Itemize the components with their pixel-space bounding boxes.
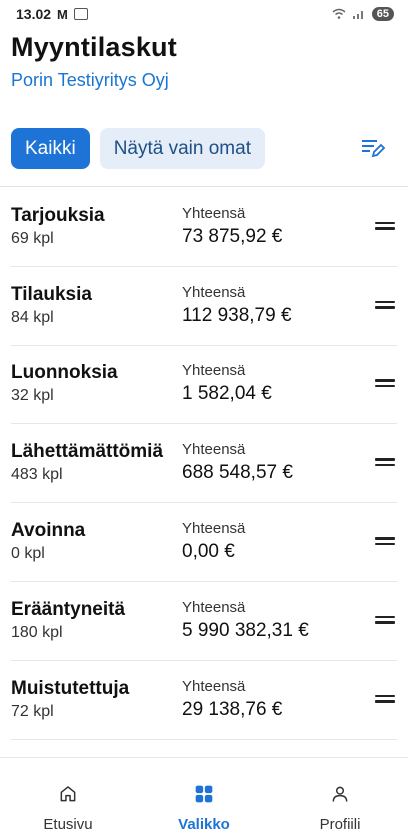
total-amount: 688 548,57 €	[182, 462, 293, 484]
total-amount: 73 875,92 €	[182, 225, 283, 247]
nav-profile-label: Profiili	[319, 816, 361, 833]
category-count: 84 kpl	[11, 308, 54, 326]
company-name[interactable]: Porin Testiyritys Oyj	[11, 70, 169, 91]
category-name: Luonnoksia	[11, 362, 118, 384]
drag-handle-icon[interactable]	[375, 458, 395, 468]
category-count: 483 kpl	[11, 466, 63, 484]
screenshot-icon	[73, 8, 88, 20]
total-label: Yhteensä	[182, 362, 246, 380]
list-item[interactable]: Tarjouksia 69 kpl Yhteensä 73 875,92 €	[11, 188, 397, 267]
filter-all-button[interactable]: Kaikki	[11, 128, 90, 169]
status-bar: 13.02 M 65	[0, 0, 408, 28]
category-count: 180 kpl	[11, 623, 63, 641]
bottom-navigation: Etusivu Valikko Profiili	[0, 757, 408, 833]
total-amount: 1 582,04 €	[182, 383, 272, 405]
category-name: Tarjouksia	[11, 204, 105, 226]
battery-badge: 65	[371, 7, 394, 21]
category-name: Avoinna	[11, 520, 86, 542]
nav-menu[interactable]: Valikko	[136, 758, 272, 833]
list-item[interactable]: Muistutettuja 72 kpl Yhteensä 29 138,76 €	[11, 661, 397, 740]
drag-handle-icon[interactable]	[375, 221, 395, 232]
list-item[interactable]: Luonnoksia 32 kpl Yhteensä 1 582,04 €	[11, 346, 397, 425]
drag-handle-icon[interactable]	[375, 300, 395, 311]
edit-list-icon[interactable]	[360, 136, 386, 160]
total-amount: 29 138,76 €	[182, 698, 283, 720]
total-label: Yhteensä	[182, 598, 246, 616]
filter-own-button[interactable]: Näytä vain omat	[99, 128, 265, 169]
total-amount: 0,00 €	[182, 541, 235, 563]
category-count: 32 kpl	[11, 387, 54, 405]
filter-chips: Kaikki Näytä vain omat	[11, 128, 265, 169]
invoice-category-list: Tarjouksia 69 kpl Yhteensä 73 875,92 € Til…	[0, 188, 408, 740]
category-count: 69 kpl	[11, 229, 54, 247]
total-label: Yhteensä	[182, 204, 246, 222]
total-label: Yhteensä	[182, 520, 246, 538]
drag-handle-icon[interactable]	[375, 537, 395, 547]
total-label: Yhteensä	[182, 441, 246, 459]
list-item[interactable]: Avoinna 0 kpl Yhteensä 0,00 €	[11, 503, 397, 582]
drag-handle-icon[interactable]	[375, 379, 395, 389]
total-amount: 5 990 382,31 €	[182, 619, 309, 641]
category-count: 72 kpl	[11, 702, 54, 720]
person-icon	[332, 786, 348, 802]
gmail-icon: M	[57, 6, 68, 22]
nav-home-label: Etusivu	[43, 816, 93, 833]
drag-handle-icon[interactable]	[375, 694, 395, 705]
nav-profile[interactable]: Profiili	[272, 758, 408, 833]
wifi-icon	[332, 8, 346, 19]
total-amount: 112 938,79 €	[182, 304, 292, 326]
category-name: Lähettämättömiä	[11, 441, 164, 463]
divider	[0, 186, 408, 187]
home-icon	[60, 786, 76, 802]
status-right: 65	[332, 7, 394, 21]
status-time: 13.02	[16, 6, 52, 22]
list-item[interactable]: Erääntyneitä 180 kpl Yhteensä 5 990 382,31…	[11, 582, 397, 661]
total-label: Yhteensä	[182, 677, 246, 695]
category-name: Muistutettuja	[11, 677, 130, 699]
page-title: Myyntilaskut	[11, 32, 177, 62]
list-item[interactable]: Tilauksia 84 kpl Yhteensä 112 938,79 €	[11, 267, 397, 346]
nav-home[interactable]: Etusivu	[0, 758, 136, 833]
grid-icon	[195, 785, 213, 803]
category-name: Tilauksia	[11, 283, 92, 305]
status-left: 13.02 M	[16, 6, 88, 22]
drag-handle-icon[interactable]	[375, 615, 395, 626]
category-name: Erääntyneitä	[11, 598, 126, 620]
nav-menu-label: Valikko	[178, 816, 230, 833]
category-count: 0 kpl	[11, 545, 45, 563]
list-item[interactable]: Lähettämättömiä 483 kpl Yhteensä 688 548,5…	[11, 424, 397, 504]
total-label: Yhteensä	[182, 283, 246, 301]
signal-icon	[352, 11, 363, 19]
